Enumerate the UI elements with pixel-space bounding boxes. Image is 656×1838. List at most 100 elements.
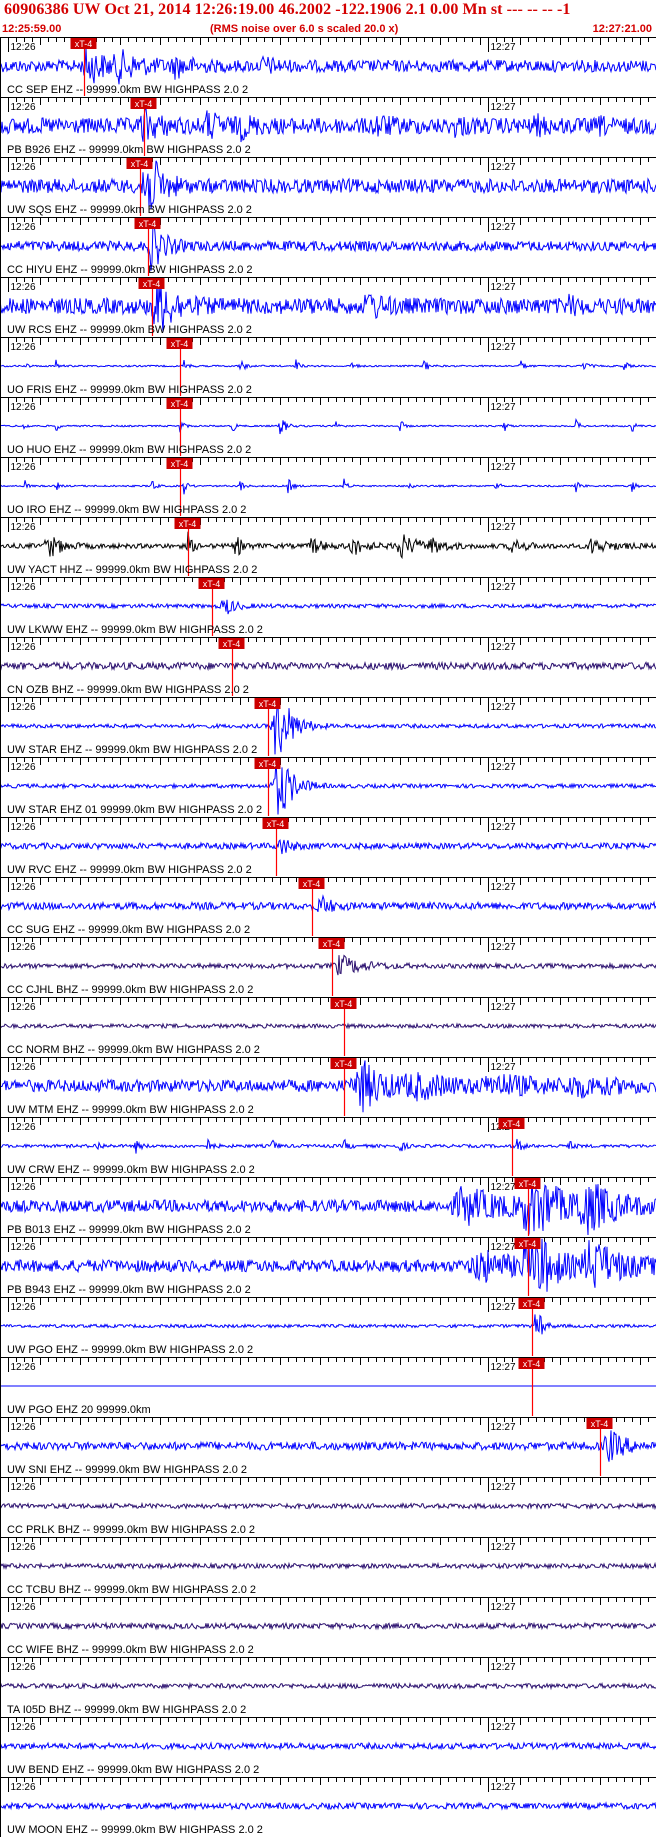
- station-label: UW PGO EHZ -- 99999.0km BW HIGHPASS 2.0 …: [7, 1344, 253, 1356]
- pick-marker: xT-4: [218, 638, 245, 649]
- trace-row: 12:26 12:27 TA I05D BHZ -- 99999.0km BW HI…: [0, 1657, 656, 1716]
- minute-label: 12:27: [491, 282, 516, 293]
- trace-row: 12:26 12:27 xT-4 UO FRIS EHZ -- 99999.0km B…: [0, 337, 656, 396]
- pick-marker: xT-4: [138, 278, 165, 289]
- minute-label: 12:27: [491, 642, 516, 653]
- minute-label: 12:26: [11, 522, 36, 533]
- minute-label: 12:26: [11, 1062, 36, 1073]
- minute-label: 12:27: [491, 1482, 516, 1493]
- pick-marker: xT-4: [254, 698, 281, 709]
- minute-label: 12:27: [491, 1242, 516, 1253]
- pick-marker: xT-4: [514, 1178, 541, 1189]
- trace-row: 12:26 12:27 xT-4 PB B926 EHZ -- 99999.0km B…: [0, 97, 656, 156]
- minute-label: 12:26: [11, 1362, 36, 1373]
- trace-row: 12:26 12:27 CC TCBU BHZ -- 99999.0km BW HI…: [0, 1537, 656, 1596]
- pick-marker: xT-4: [318, 938, 345, 949]
- pick-marker-label: xT-4: [135, 99, 153, 109]
- trace-row: 12:26 12:27 xT-4 UW RVC EHZ -- 99999.0km BW…: [0, 817, 656, 876]
- pick-marker: xT-4: [166, 398, 193, 409]
- trace-row: 12:26 12:27 UW BEND EHZ -- 99999.0km BW HI…: [0, 1717, 656, 1776]
- station-label: CC SUG EHZ -- 99999.0km BW HIGHPASS 2.0 …: [7, 924, 250, 936]
- station-label: UW SNI EHZ -- 99999.0km BW HIGHPASS 2.0 …: [7, 1464, 247, 1476]
- minute-label: 12:27: [491, 1542, 516, 1553]
- trace-row: 12:26 12:27 xT-4 CC CJHL BHZ -- 99999.0km B…: [0, 937, 656, 996]
- trace-row: 12:26 12:27 UW MOON EHZ -- 99999.0km BW HI…: [0, 1777, 656, 1836]
- station-label: CC SEP EHZ -- 99999.0km BW HIGHPASS 2.0 …: [7, 84, 248, 96]
- minute-label: 12:27: [491, 1782, 516, 1793]
- minute-label: 12:26: [11, 402, 36, 413]
- station-label: UW MTM EHZ -- 99999.0km BW HIGHPASS 2.0 …: [7, 1104, 254, 1116]
- waveform: [0, 478, 656, 495]
- minute-label: 12:26: [11, 762, 36, 773]
- pick-marker-label: xT-4: [519, 1179, 537, 1189]
- minute-label: 12:26: [11, 1302, 36, 1313]
- pick-marker-label: xT-4: [335, 999, 353, 1009]
- waveform: [0, 418, 656, 435]
- pick-marker: xT-4: [262, 818, 289, 829]
- trace-row: 12:26 12:27 xT-4 CN OZB BHZ -- 99999.0km BW…: [0, 637, 656, 696]
- trace-row: 12:26 12:27 xT-4 CC HIYU EHZ -- 99999.0km B…: [0, 217, 656, 276]
- pick-marker-label: xT-4: [179, 519, 197, 529]
- minute-label: 12:27: [491, 342, 516, 353]
- seismogram-plot: 12:26 12:27xT-4CC SEP EHZ -- 99999.0km BW…: [0, 37, 656, 1837]
- minute-label: 12:26: [11, 822, 36, 833]
- pick-marker: xT-4: [166, 458, 193, 469]
- minute-label: 12:27: [491, 1002, 516, 1013]
- minute-label: 12:27: [491, 222, 516, 233]
- pick-marker: xT-4: [298, 878, 325, 889]
- pick-marker: xT-4: [254, 758, 281, 769]
- pick-marker: xT-4: [518, 1298, 545, 1309]
- waveform: [0, 1314, 656, 1335]
- minute-label: 12:26: [11, 1662, 36, 1673]
- trace-row: 12:26 12:27 xT-4 CC SEP EHZ -- 99999.0km BW…: [0, 37, 656, 96]
- trace-row: 12:26 12:27 xT-4 UW STAR EHZ 01 99999.0km B…: [0, 757, 656, 816]
- waveform: [0, 1022, 656, 1030]
- station-label: UW STAR EHZ 01 99999.0km BW HIGHPASS 2.0…: [7, 804, 262, 816]
- pick-marker: xT-4: [514, 1238, 541, 1249]
- pick-marker-label: xT-4: [323, 939, 341, 949]
- minute-label: 12:27: [491, 1662, 516, 1673]
- station-label: CC HIYU EHZ -- 99999.0km BW HIGHPASS 2.0…: [7, 264, 253, 276]
- minute-label: 12:26: [11, 1782, 36, 1793]
- station-label: TA I05D BHZ -- 99999.0km BW HIGHPASS 2.0…: [7, 1704, 246, 1716]
- pick-marker-label: xT-4: [259, 699, 277, 709]
- pick-marker: xT-4: [330, 1058, 357, 1069]
- minute-label: 12:26: [11, 1002, 36, 1013]
- waveform: [0, 1801, 656, 1811]
- pick-marker-label: xT-4: [303, 879, 321, 889]
- minute-label: 12:27: [491, 162, 516, 173]
- waveform: [0, 359, 656, 371]
- station-label: UW SQS EHZ -- 99999.0km BW HIGHPASS 2.0 …: [7, 204, 252, 216]
- pick-marker: xT-4: [586, 1418, 613, 1429]
- trace-row: 12:26 12:27 xT-4 UW PGO EHZ -- 99999.0km BW…: [0, 1297, 656, 1356]
- minute-label: 12:27: [491, 42, 516, 53]
- waveform: [0, 894, 656, 913]
- minute-label: 12:26: [11, 1542, 36, 1553]
- pick-marker-label: xT-4: [523, 1299, 541, 1309]
- pick-marker: xT-4: [174, 518, 201, 529]
- trace-row: 12:26 12:27 xT-4 UW SNI EHZ -- 99999.0km BW…: [0, 1417, 656, 1476]
- minute-label: 12:26: [11, 162, 36, 173]
- trace-row: 12:26 12:27 xT-4 UW STAR EHZ -- 99999.0km B…: [0, 697, 656, 756]
- station-label: UW RVC EHZ -- 99999.0km BW HIGHPASS 2.0 …: [7, 864, 252, 876]
- station-label: CC NORM BHZ -- 99999.0km BW HIGHPASS 2.0…: [7, 1044, 260, 1056]
- station-label: PB B943 EHZ -- 99999.0km BW HIGHPASS 2.0…: [7, 1284, 251, 1296]
- station-label: UW BEND EHZ -- 99999.0km BW HIGHPASS 2.0…: [7, 1764, 259, 1776]
- minute-label: 12:26: [11, 1182, 36, 1193]
- minute-label: 12:27: [491, 1422, 516, 1433]
- pick-marker: xT-4: [130, 98, 157, 109]
- minute-label: 12:26: [11, 642, 36, 653]
- trace-row: 12:26 12:27 xT-4 UW LKWW EHZ -- 99999.0km B…: [0, 577, 656, 636]
- waveform: [0, 160, 656, 210]
- waveform: [0, 1501, 656, 1511]
- pick-marker-label: xT-4: [131, 159, 149, 169]
- minute-label: 12:27: [491, 462, 516, 473]
- pick-marker-label: xT-4: [591, 1419, 609, 1429]
- trace-row: 12:26 12:27 xT-4 CC SUG EHZ -- 99999.0km BW…: [0, 877, 656, 936]
- pick-marker-label: xT-4: [259, 759, 277, 769]
- pick-marker: xT-4: [330, 998, 357, 1009]
- trace-row: 12:2612:27xT-4UW CRW EHZ -- 99999.0km BW…: [0, 1117, 656, 1176]
- minute-label: 12:27: [491, 582, 516, 593]
- trace-row: 12:26 12:27 CC WIFE BHZ -- 99999.0km BW HI…: [0, 1597, 656, 1656]
- minute-label: 12:27: [491, 882, 516, 893]
